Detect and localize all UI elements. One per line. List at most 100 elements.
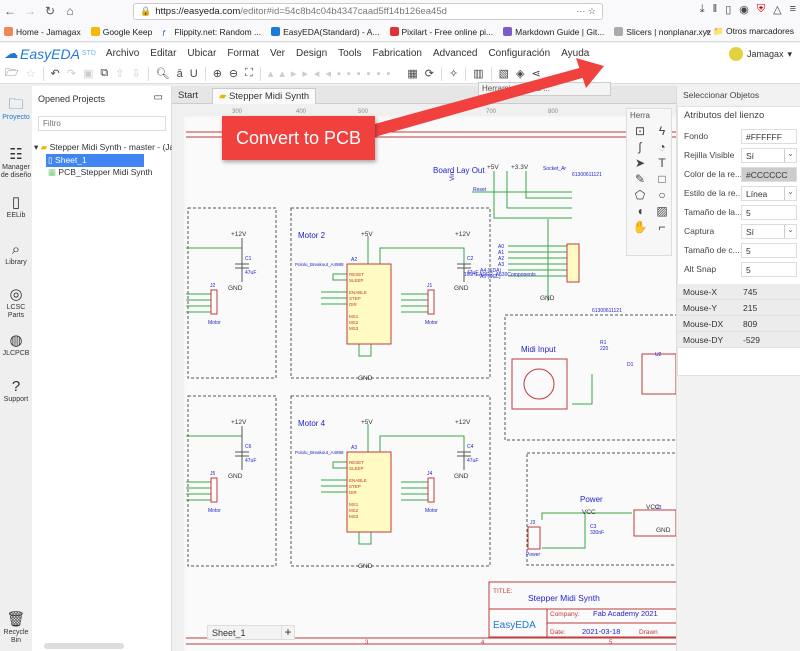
menu-format[interactable]: Format xyxy=(227,48,259,59)
wire-icon[interactable]: ϟ xyxy=(652,124,672,138)
tab-stepper-midi-synth[interactable]: ▰ Stepper Midi Synth xyxy=(212,88,317,104)
convert-to-pcb-icon[interactable]: ▦ xyxy=(407,67,417,80)
rail-proyecto[interactable]: 🗀 Proyecto xyxy=(0,96,32,122)
menu-advanced[interactable]: Advanced xyxy=(433,48,477,59)
download-icon[interactable]: ⤓ xyxy=(700,3,705,16)
rail-library[interactable]: ⌕ Library xyxy=(0,241,32,267)
image-icon[interactable]: ▨ xyxy=(652,204,672,218)
rail-jlcpcb[interactable]: ◍ JLCPCB xyxy=(0,332,32,358)
menu-ubicar[interactable]: Ubicar xyxy=(187,48,216,59)
find-icon[interactable]: 🔍︎ xyxy=(156,67,170,80)
find-replace-icon[interactable]: ā xyxy=(177,68,183,80)
field-value[interactable]: Sí xyxy=(741,148,797,163)
account-icon[interactable]: ◉ xyxy=(739,3,749,16)
notification-icon[interactable]: △ xyxy=(773,3,781,16)
tree-item-sheet[interactable]: ▯ Sheet_1 xyxy=(46,154,144,167)
new-project-icon[interactable]: ▭ xyxy=(154,92,163,103)
update-pcb-icon[interactable]: ⟳ xyxy=(425,67,434,80)
reload-icon[interactable]: ↻ xyxy=(40,4,60,18)
share-icon[interactable]: ⋖ xyxy=(532,67,541,80)
undo-icon[interactable]: ↶ xyxy=(51,67,60,80)
pin-label: MS2 xyxy=(349,320,359,325)
horizontal-scrollbar[interactable] xyxy=(44,643,124,649)
menu-configuracion[interactable]: Configuración xyxy=(488,48,550,59)
menu-icon[interactable]: ≡ xyxy=(790,3,796,16)
pencil-icon[interactable]: ✎ xyxy=(630,172,650,186)
pan-icon[interactable]: ✋ xyxy=(630,220,650,234)
select-objects-header[interactable]: Seleccionar Objetos xyxy=(677,90,800,100)
bus-entry-icon[interactable]: ⊡ xyxy=(630,124,650,138)
drc-icon[interactable]: ✧ xyxy=(449,67,458,80)
extension-icon[interactable]: ⛨ xyxy=(757,3,765,16)
tree-item-pcb[interactable]: ▦ PCB_Stepper Midi Synth xyxy=(48,167,152,178)
export-icon[interactable]: ▧ xyxy=(499,67,509,80)
field-value[interactable]: 5 xyxy=(741,262,797,277)
menu-fabrication[interactable]: Fabrication xyxy=(373,48,422,59)
redo-icon[interactable]: ↷ xyxy=(67,67,76,80)
menu-design[interactable]: Design xyxy=(296,48,327,59)
avatar xyxy=(728,47,743,61)
bezier-icon[interactable]: ∫ xyxy=(630,140,650,154)
zoom-out-icon[interactable]: ⊖ xyxy=(229,67,238,80)
text-icon[interactable]: U xyxy=(190,68,198,80)
rectangle-icon[interactable]: □ xyxy=(652,172,672,186)
part-label: Motor xyxy=(425,320,438,326)
text-tool-icon[interactable]: T xyxy=(652,156,672,170)
bookmark-item[interactable]: EasyEDA(Standard) - A... xyxy=(271,26,380,37)
field-value[interactable]: #FFFFFF xyxy=(741,129,797,144)
field-value[interactable]: 5 xyxy=(741,243,797,258)
rail-eelib[interactable]: ▯ EELib xyxy=(0,194,32,220)
url-bar[interactable]: 🔒 https://easyeda.com/editor#id=54c8b4c0… xyxy=(133,3,603,20)
bom-icon[interactable]: ▥ xyxy=(473,67,483,80)
net-label: +12V xyxy=(231,231,247,238)
back-icon[interactable]: ← xyxy=(0,4,20,18)
project-tree-root[interactable]: ▾ ▰ Stepper Midi Synth - master - (Javi xyxy=(34,142,180,153)
forward-icon[interactable]: → xyxy=(20,4,40,18)
pin-label: STEP xyxy=(349,484,361,489)
menu-tools[interactable]: Tools xyxy=(338,48,361,59)
copy-icon[interactable]: ⧉ xyxy=(100,67,108,80)
bookmark-item[interactable]: Markdown Guide | Git... xyxy=(503,26,604,37)
circle-icon[interactable]: ○ xyxy=(652,188,672,202)
user-menu[interactable]: Jamagax ▾ xyxy=(728,47,792,61)
rail-lcsc[interactable]: ◎ LCSC Parts xyxy=(0,286,32,320)
home-icon[interactable]: ⌂ xyxy=(60,4,80,18)
field-value[interactable]: Sí xyxy=(741,224,797,239)
open-icon[interactable]: 🗁 xyxy=(5,64,19,83)
fit-icon[interactable]: ⛶ xyxy=(245,67,253,80)
filter-input[interactable] xyxy=(38,116,166,131)
menu-archivo[interactable]: Archivo xyxy=(106,48,139,59)
save-icon[interactable]: ☆ xyxy=(26,67,36,80)
corner-icon[interactable]: ⌐ xyxy=(652,220,672,234)
bookmark-item[interactable]: f Flippity.net: Random ... xyxy=(162,27,261,38)
sidebar-icon[interactable]: ▯ xyxy=(725,3,731,16)
zoom-in-icon[interactable]: ⊕ xyxy=(213,67,222,80)
other-bookmarks[interactable]: » 📁 Otros marcadores xyxy=(706,26,794,37)
bookmark-item[interactable]: Home - Jamagax xyxy=(4,26,81,37)
field-value[interactable]: #CCCCCC xyxy=(741,167,797,182)
pie-icon[interactable]: ◖ xyxy=(630,204,650,218)
schematic-canvas[interactable]: 300 400 500 700 800 4 53 Motor 2RESETSLEE… xyxy=(172,104,676,651)
field-value[interactable]: Línea xyxy=(741,186,797,201)
cut-icon[interactable]: ▣ xyxy=(83,67,93,80)
bookmark-item[interactable]: Slicers | nonplanar.xyz xyxy=(614,26,711,37)
arrow-icon[interactable]: ➤ xyxy=(630,156,650,170)
polygon-icon[interactable]: ⬠ xyxy=(630,188,650,202)
bookmark-item[interactable]: Google Keep xyxy=(90,26,152,37)
field-value[interactable]: 5 xyxy=(741,205,797,220)
sheet-tab[interactable]: Sheet_1 xyxy=(207,625,289,640)
arc-icon[interactable]: ◔ xyxy=(652,140,672,154)
library-icon[interactable]: ‖ xyxy=(713,3,718,16)
bookmark-star-icon[interactable]: ··· ☆ xyxy=(576,6,596,17)
menu-editar[interactable]: Editar xyxy=(150,48,176,59)
bookmark-item[interactable]: Pixilart - Free online pi... xyxy=(389,26,493,37)
rail-recycle-bin[interactable]: 🗑︎ Recycle Bin xyxy=(0,611,32,645)
tab-start[interactable]: Start xyxy=(172,88,204,104)
rail-support[interactable]: ? Support xyxy=(0,378,32,404)
add-sheet-button[interactable]: + xyxy=(281,625,295,640)
menu-ayuda[interactable]: Ayuda xyxy=(561,48,589,59)
layers-icon[interactable]: ◈ xyxy=(516,67,524,80)
company-value: Fab Academy 2021 xyxy=(593,609,658,618)
rail-design-manager[interactable]: ☷ Manager de diseño xyxy=(0,146,32,180)
menu-ver[interactable]: Ver xyxy=(270,48,285,59)
